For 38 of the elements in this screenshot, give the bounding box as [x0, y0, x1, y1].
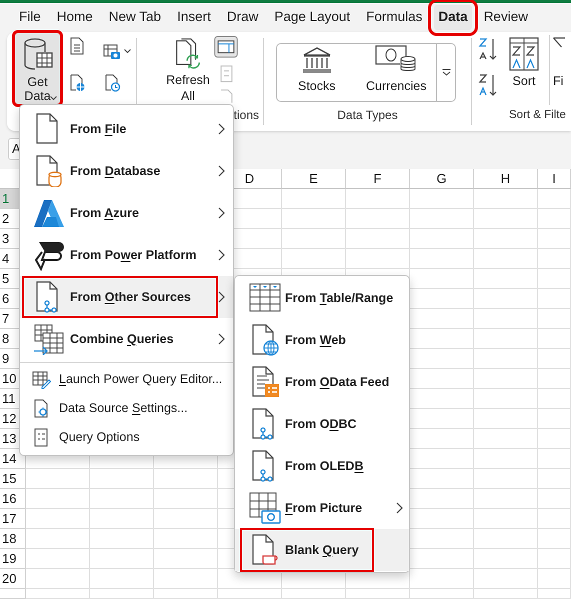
group-label: tions — [234, 107, 259, 124]
ribbon-tab[interactable]: Data — [434, 5, 472, 30]
menu-item[interactable]: From Picture — [235, 487, 409, 529]
menu-item[interactable]: From File — [20, 108, 233, 150]
ribbon-tab[interactable]: Insert — [173, 5, 215, 30]
column-header[interactable]: F — [346, 169, 410, 188]
data-type-button[interactable]: Currencies — [356, 44, 436, 101]
refresh-all-button[interactable]: Refresh All — [165, 33, 211, 104]
group-label: Sort & Filte — [509, 108, 566, 123]
column-header[interactable]: H — [474, 169, 538, 188]
ribbon-tab[interactable]: Page Layout — [270, 5, 354, 30]
row-header[interactable]: 20 — [0, 569, 26, 589]
ribbon-tab[interactable]: Review — [480, 5, 532, 30]
data-type-button[interactable]: Stocks — [277, 44, 356, 101]
get-data-button[interactable]: Get Data — [15, 33, 60, 104]
menu-item[interactable]: From Web — [235, 319, 409, 361]
row-header[interactable]: 16 — [0, 489, 26, 509]
ribbon-tab[interactable]: Home — [52, 5, 97, 30]
row-header[interactable]: 15 — [0, 469, 26, 489]
row-header[interactable]: 18 — [0, 529, 26, 549]
group-label: Data Types — [337, 107, 398, 124]
ribbon-tab[interactable]: File — [15, 5, 45, 30]
column-header[interactable]: E — [282, 169, 346, 188]
filter-button[interactable]: Fi — [553, 72, 564, 91]
row-header[interactable]: 19 — [0, 549, 26, 569]
menu-item[interactable]: From ODBC — [235, 403, 409, 445]
row-header[interactable]: 17 — [0, 509, 26, 529]
ribbon-tab[interactable]: New Tab — [104, 5, 166, 30]
menu-item[interactable]: From OLEDB — [235, 445, 409, 487]
ribbon-tab[interactable]: Draw — [222, 5, 262, 30]
menu-item[interactable]: Blank Query — [235, 529, 409, 571]
column-header[interactable]: I — [538, 169, 571, 188]
sort-button[interactable]: Sort — [506, 35, 542, 105]
menu-item[interactable]: From OData Feed — [235, 361, 409, 403]
column-header[interactable]: G — [410, 169, 474, 188]
ribbon-tab[interactable]: Formulas — [362, 5, 426, 30]
menu-item[interactable]: From Table/Range — [235, 277, 409, 319]
menu-item[interactable]: From Other Sources — [20, 276, 233, 318]
